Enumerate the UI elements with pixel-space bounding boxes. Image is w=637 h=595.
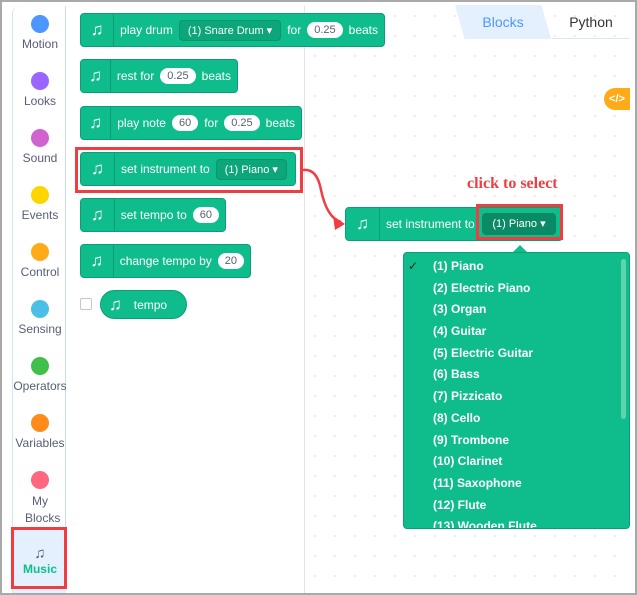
tempo-change-input[interactable]: 20 (217, 253, 244, 269)
category-label: Looks (23, 94, 57, 108)
category-dot-icon (31, 129, 49, 147)
tab-label: Blocks (482, 14, 524, 30)
dropdown-item[interactable]: (7) Pizzicato (404, 386, 629, 408)
dropdown-item[interactable]: (11) Saxophone (404, 473, 629, 495)
music-notes-icon: ♫ (81, 199, 115, 231)
code-toggle-button[interactable]: </> (604, 88, 630, 110)
highlight-box (75, 147, 303, 193)
category-label: Sound (22, 151, 58, 165)
tempo-input[interactable]: 60 (192, 207, 219, 223)
dropdown-item[interactable]: (13) Wooden Flute (404, 516, 629, 529)
tempo-checkbox[interactable] (80, 298, 92, 310)
block-label: beats (348, 23, 378, 37)
category-dot-icon (31, 414, 49, 432)
category-control[interactable]: Control (13, 243, 67, 279)
block-label: play note (117, 116, 166, 130)
category-sound[interactable]: Sound (13, 129, 67, 165)
music-notes-icon: ♫ (109, 294, 122, 314)
category-events[interactable]: Events (13, 186, 67, 222)
block-label: tempo (133, 297, 168, 312)
dropdown-item-label: (13) Wooden Flute (433, 519, 537, 529)
dropdown-item-label: (2) Electric Piano (433, 280, 531, 295)
dropdown-item[interactable]: (10) Clarinet (404, 451, 629, 473)
category-label: Motion (21, 37, 59, 51)
category-looks[interactable]: Looks (13, 72, 67, 108)
block-label: play drum (120, 23, 173, 37)
tab-blocks[interactable]: Blocks (455, 5, 551, 39)
category-variables[interactable]: Variables (13, 414, 67, 450)
category-label: Variables (15, 436, 65, 450)
beats-input[interactable]: 0.25 (224, 115, 260, 131)
music-notes-icon: ♫ (81, 245, 114, 277)
category-dot-icon (31, 186, 49, 204)
dropdown-item-label: (12) Flute (433, 497, 487, 512)
category-dot-icon (31, 15, 49, 33)
dropdown-item[interactable]: (6) Bass (404, 364, 629, 386)
dropdown-item[interactable]: ✓ (1) Piano (404, 256, 629, 278)
category-sidebar: Motion Looks Sound Events Control Sensing Oper… (12, 6, 67, 593)
dropdown-item-label: (8) Cello (433, 410, 481, 425)
block-label: for (204, 116, 219, 130)
category-operators[interactable]: Operators (13, 357, 67, 393)
dropdown-item-label: (1) Piano (433, 259, 484, 273)
block-label: change tempo by (119, 254, 212, 268)
dropdown-item[interactable]: (2) Electric Piano (404, 278, 629, 300)
category-dot-icon (31, 243, 49, 261)
music-notes-icon: ♫ (81, 14, 115, 46)
block-label: set tempo to (120, 208, 187, 222)
block-label: for (287, 23, 302, 37)
dropdown-item-label: (6) Bass (433, 367, 480, 382)
dropdown-item-label: (9) Trombone (433, 432, 510, 447)
change-tempo-block[interactable]: ♫ change tempo by 20 (80, 244, 251, 278)
note-input[interactable]: 60 (171, 115, 199, 131)
dropdown-item-label: (10) Clarinet (433, 454, 503, 469)
category-label: My Blocks (25, 494, 61, 525)
play-note-block[interactable]: ♫ play note 60 for 0.25 beats (80, 106, 302, 140)
instrument-dropdown-menu: ✓ (1) Piano (2) Electric Piano (3) Organ (4)… (403, 252, 630, 529)
dropdown-item-label: (4) Guitar (433, 324, 487, 339)
dropdown-item-label: (3) Organ (433, 302, 487, 317)
category-dot-icon (31, 72, 49, 90)
play-drum-block[interactable]: ♫ play drum (1) Snare Drum ▾ for 0.25 be… (80, 13, 385, 47)
block-label: rest for (116, 69, 155, 83)
dropdown-item-label: (11) Saxophone (433, 475, 522, 490)
dropdown-item-label: (7) Pizzicato (433, 389, 503, 404)
dropdown-item-label: (5) Electric Guitar (433, 345, 534, 360)
tempo-reporter[interactable]: ♫ tempo (100, 290, 187, 319)
dropdown-item[interactable]: (5) Electric Guitar (404, 343, 629, 365)
category-dot-icon (31, 357, 49, 375)
category-label: Sensing (18, 322, 62, 336)
drum-dropdown[interactable]: (1) Snare Drum ▾ (178, 19, 282, 41)
category-dot-icon (31, 471, 49, 489)
dropdown-item[interactable]: (8) Cello (404, 408, 629, 430)
dropdown-item[interactable]: (3) Organ (404, 299, 629, 321)
music-notes-icon: ♫ (81, 107, 112, 139)
dropdown-item[interactable]: (4) Guitar (404, 321, 629, 343)
dropdown-item[interactable]: (9) Trombone (404, 430, 629, 452)
annotation-label: click to select (467, 175, 558, 192)
block-palette: ♫ play drum (1) Snare Drum ▾ for 0.25 be… (66, 6, 385, 593)
dropdown-item[interactable]: (12) Flute (404, 495, 629, 517)
category-label: Operators (13, 379, 67, 393)
set-tempo-block[interactable]: ♫ set tempo to 60 (80, 198, 226, 232)
beats-input[interactable]: 0.25 (160, 68, 196, 84)
highlight-box (476, 204, 563, 240)
highlight-box (11, 527, 67, 589)
block-label: beats (265, 116, 295, 130)
beats-input[interactable]: 0.25 (307, 22, 343, 38)
tab-python[interactable]: Python (552, 5, 630, 39)
music-notes-icon: ♫ (346, 208, 380, 240)
block-label: set instrument to (386, 217, 475, 231)
checkmark-icon: ✓ (408, 259, 419, 273)
block-label: beats (201, 69, 231, 83)
music-notes-icon: ♫ (81, 60, 111, 92)
tab-label: Python (569, 13, 613, 30)
category-label: Events (21, 208, 59, 222)
category-dot-icon (31, 300, 49, 318)
rest-block[interactable]: ♫ rest for 0.25 beats (80, 59, 238, 93)
category-label: Control (20, 265, 60, 279)
category-sensing[interactable]: Sensing (13, 300, 67, 336)
category-motion[interactable]: Motion (13, 15, 67, 51)
category-my-blocks[interactable]: My Blocks (13, 471, 67, 527)
